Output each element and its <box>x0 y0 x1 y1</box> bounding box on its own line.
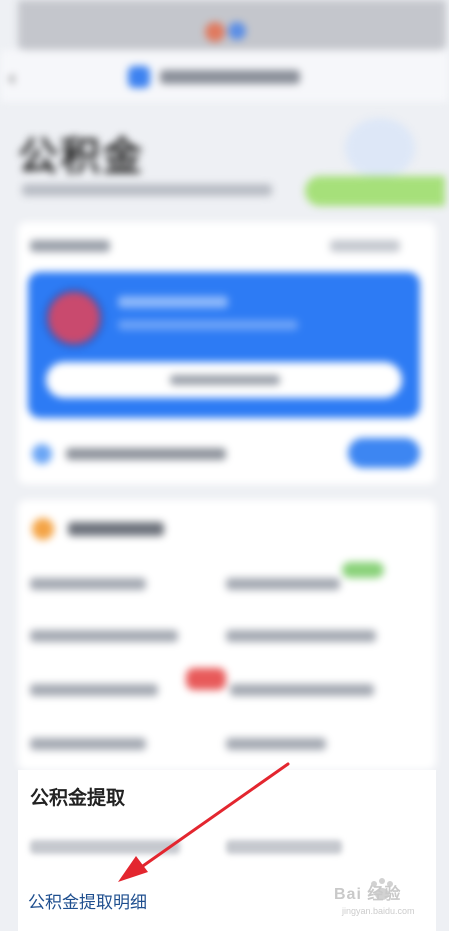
watermark-url: jingyan.baidu.com <box>342 906 415 916</box>
phone-screen: ‹ 公积金 公积金提取 公积金提取明细 Bai 经验 jingyan.baidu… <box>0 0 449 931</box>
watermark-brand: Bai 经验 <box>334 886 402 903</box>
annotation-arrow <box>118 762 290 882</box>
